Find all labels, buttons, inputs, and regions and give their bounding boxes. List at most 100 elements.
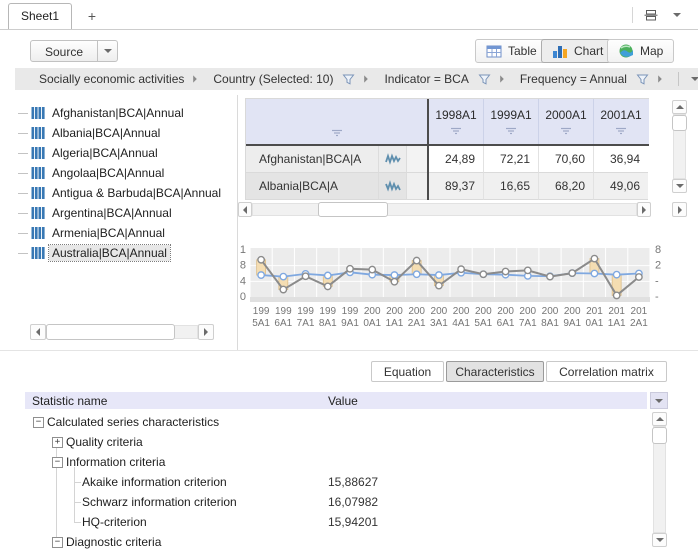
tree-item-afghanistan[interactable]: Afghanistan|BCA|Annual	[18, 103, 187, 123]
stat-value-column-header[interactable]: Value	[328, 394, 358, 408]
arrow-up-icon	[656, 417, 664, 421]
x-axis-label: 2A1	[630, 318, 648, 329]
scroll-up-button[interactable]	[652, 412, 667, 426]
collapse-icon[interactable]: −	[52, 457, 63, 468]
bar-glyph	[39, 107, 42, 119]
funnel-glyph	[344, 75, 354, 84]
stat-row-quality-criteria[interactable]: +Quality criteria	[25, 432, 647, 452]
column-header-label: 2000A1	[539, 108, 593, 122]
data-grid-vscrollbar[interactable]	[672, 100, 687, 193]
series-tree-hscrollbar[interactable]	[30, 324, 216, 340]
stat-row-akaike-information-criterion[interactable]: Akaike information criterion15,88627	[25, 472, 647, 492]
bar-glyph	[42, 167, 45, 179]
stat-grid-vscrollbar[interactable]	[652, 412, 667, 549]
section-separator	[0, 350, 698, 351]
series-column-header[interactable]	[246, 99, 428, 144]
grid-corner-scroll-button[interactable]	[672, 202, 687, 217]
series-bars-icon	[31, 227, 45, 239]
scrollbar-thumb[interactable]	[318, 202, 388, 217]
view-button-map[interactable]: Map	[607, 39, 674, 63]
tab-characteristics[interactable]: Characteristics	[446, 361, 544, 382]
scroll-right-button[interactable]	[637, 202, 651, 217]
scroll-left-button[interactable]	[238, 202, 252, 217]
column-header-1998A1[interactable]: 1998A1	[428, 99, 483, 144]
stat-name: Quality criteria	[66, 435, 143, 449]
column-header-1999A1[interactable]: 1999A1	[483, 99, 538, 144]
bar-glyph	[32, 187, 35, 199]
bar-glyph	[39, 187, 42, 199]
tree-item-label: Algeria|BCA|Annual	[49, 145, 161, 161]
view-button-chart[interactable]: Chart	[541, 39, 614, 63]
filter-icon[interactable]	[342, 73, 355, 86]
tree-item-antigua-barbuda[interactable]: Antigua & Barbuda|BCA|Annual	[18, 183, 224, 203]
breadcrumb-menu-button[interactable]	[688, 72, 698, 86]
collapse-icon[interactable]: −	[33, 417, 44, 428]
tabstrip-menu-button[interactable]	[668, 5, 686, 25]
stat-row-schwarz-information-criterion[interactable]: Schwarz information criterion16,07982	[25, 492, 647, 512]
bar-glyph	[42, 147, 45, 159]
tree-item-albania[interactable]: Albania|BCA|Annual	[18, 123, 163, 143]
selected-series-marker	[391, 279, 397, 285]
stat-row-information-criteria[interactable]: −Information criteria	[25, 452, 647, 472]
sheet-tab[interactable]: Sheet1	[8, 3, 72, 29]
series-bars-icon	[31, 187, 45, 199]
value-cell: 49,06	[593, 173, 648, 200]
column-filter-icon[interactable]	[450, 127, 462, 135]
scrollbar-track[interactable]	[252, 203, 637, 216]
comparison-series-marker	[280, 273, 286, 279]
filter-icon[interactable]	[636, 73, 649, 86]
selected-series-marker	[525, 267, 531, 273]
bar-glyph	[35, 227, 38, 239]
scroll-up-button[interactable]	[672, 100, 687, 114]
data-grid-hscrollbar[interactable]	[238, 202, 651, 217]
tree-item-argentina[interactable]: Argentina|BCA|Annual	[18, 203, 175, 223]
tab-equation[interactable]: Equation	[371, 361, 444, 382]
tab-correlation-matrix[interactable]: Correlation matrix	[546, 361, 667, 382]
scroll-left-button[interactable]	[30, 324, 46, 340]
selected-series-marker	[613, 292, 619, 298]
scroll-right-button[interactable]	[198, 324, 214, 340]
source-button[interactable]: Source	[30, 40, 98, 62]
breadcrumb-item[interactable]: Country (Selected: 10)	[213, 72, 368, 86]
stat-row-hq-criterion[interactable]: HQ-criterion15,94201	[25, 512, 647, 532]
scroll-down-button[interactable]	[652, 533, 667, 547]
layout-options-button[interactable]	[640, 5, 662, 25]
layout-icon	[644, 9, 658, 22]
breadcrumb-item[interactable]: Indicator = BCA	[384, 72, 503, 86]
expand-icon[interactable]: +	[52, 437, 63, 448]
stat-row-diagnostic-criteria[interactable]: −Diagnostic criteria	[25, 532, 647, 549]
series-chart[interactable]: 184082--1995A11996A11997A11998A11999A120…	[236, 226, 684, 348]
filter-icon[interactable]	[478, 73, 491, 86]
glyph	[558, 46, 562, 58]
breadcrumb-item[interactable]: Frequency = Annual	[520, 72, 662, 86]
column-filter-icon[interactable]	[505, 127, 517, 135]
tree-branch-line	[18, 173, 28, 174]
stat-grid-menu-button[interactable]	[650, 392, 668, 409]
collapse-icon[interactable]: −	[52, 537, 63, 548]
column-filter-icon[interactable]	[615, 127, 627, 135]
scrollbar-thumb[interactable]	[652, 427, 667, 444]
stat-row-calculated-series-characteristics[interactable]: −Calculated series characteristics	[25, 412, 647, 432]
table-row[interactable]: Albania|BCA|A89,3716,6568,2049,06	[246, 173, 649, 200]
scroll-down-button[interactable]	[672, 179, 687, 193]
tree-item-australia[interactable]: Australia|BCA|Annual	[18, 243, 170, 263]
right-axis-tick: -	[655, 275, 659, 287]
tree-item-algeria[interactable]: Algeria|BCA|Annual	[18, 143, 161, 163]
column-header-2000A1[interactable]: 2000A1	[538, 99, 593, 144]
add-sheet-button[interactable]: +	[80, 6, 104, 26]
source-dropdown-button[interactable]	[98, 40, 118, 62]
scrollbar-thumb[interactable]	[672, 115, 687, 131]
breadcrumb-item[interactable]: Socially economic activities	[39, 72, 197, 86]
scrollbar-thumb[interactable]	[46, 324, 175, 340]
stat-name-column-header[interactable]: Statistic name	[32, 394, 107, 408]
table-row[interactable]: Afghanistan|BCA|A24,8972,2170,6036,94	[246, 146, 649, 173]
column-filter-icon[interactable]	[560, 127, 572, 135]
bar-glyph	[39, 207, 42, 219]
tree-item-angolaa[interactable]: Angolaa|BCA|Annual	[18, 163, 167, 183]
x-axis-label: 199	[253, 306, 270, 317]
column-header-2001A1[interactable]: 2001A1	[593, 99, 648, 144]
bar-glyph	[39, 127, 42, 139]
view-button-table[interactable]: Table	[475, 39, 548, 63]
tree-item-armenia[interactable]: Armenia|BCA|Annual	[18, 223, 168, 243]
column-filter-icon[interactable]	[331, 129, 343, 137]
